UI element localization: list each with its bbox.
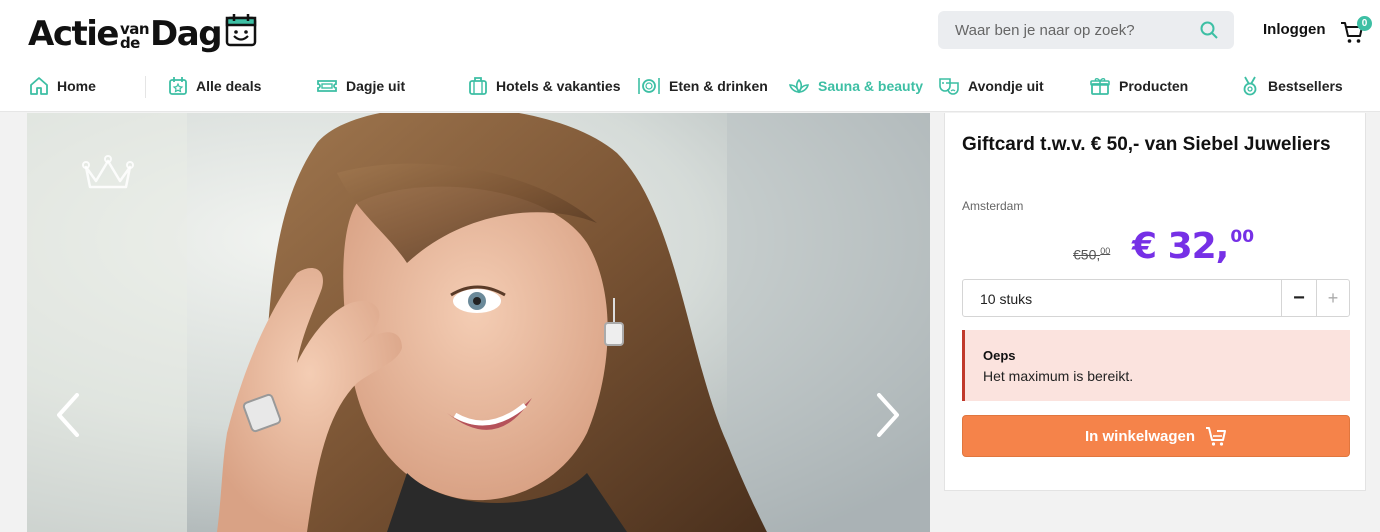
quantity-decrease-button[interactable]: − bbox=[1281, 280, 1316, 316]
nav-label-home: Home bbox=[57, 78, 96, 94]
cart-count-badge: 0 bbox=[1357, 16, 1372, 31]
chevron-left-icon bbox=[57, 393, 79, 437]
alert-message: Het maximum is bereikt. bbox=[983, 368, 1134, 384]
nav-item-avondje-uit[interactable]: Avondje uit bbox=[938, 75, 1044, 97]
nav-item-eten-drinken[interactable]: Eten & drinken bbox=[637, 75, 768, 97]
logo-text-dag: Dag bbox=[150, 14, 223, 54]
search-icon[interactable] bbox=[1200, 21, 1218, 44]
calendar-star-icon bbox=[169, 77, 187, 95]
alert-title: Oeps bbox=[983, 348, 1016, 363]
theater-masks-icon bbox=[939, 78, 959, 95]
nav-label-hotels-vakanties: Hotels & vakanties bbox=[496, 78, 621, 94]
product-location: Amsterdam bbox=[962, 199, 1024, 213]
smiley-calendar-icon bbox=[225, 13, 257, 52]
new-price: € 32, 00 bbox=[1132, 226, 1254, 267]
new-price-cents: 00 bbox=[1230, 227, 1255, 247]
logo-text-actie: Actie bbox=[28, 14, 119, 54]
nav-label-alle-deals: Alle deals bbox=[196, 78, 262, 94]
new-price-main: € 32, bbox=[1132, 226, 1229, 267]
old-price: €50,00 bbox=[1073, 246, 1110, 263]
old-price-cents: 00 bbox=[1100, 246, 1111, 256]
plate-cutlery-icon bbox=[638, 78, 660, 94]
nav-item-hotels-vakanties[interactable]: Hotels & vakanties bbox=[468, 75, 621, 97]
nav-label-dagje-uit: Dagje uit bbox=[346, 78, 406, 94]
nav-item-producten[interactable]: Producten bbox=[1089, 75, 1188, 97]
logo-text-vande: van de bbox=[119, 22, 150, 54]
product-photo bbox=[27, 113, 930, 532]
nav-item-home[interactable]: Home bbox=[29, 75, 96, 97]
product-title: Giftcard t.w.v. € 50,- van Siebel Juweli… bbox=[962, 134, 1331, 155]
product-card: Giftcard t.w.v. € 50,- van Siebel Juweli… bbox=[944, 113, 1366, 491]
cart-button[interactable]: 0 bbox=[1340, 16, 1374, 46]
nav-item-sauna-beauty[interactable]: Sauna & beauty bbox=[788, 75, 923, 97]
product-image-gallery bbox=[27, 113, 930, 532]
award-medal-icon bbox=[1243, 76, 1257, 96]
add-to-cart-label: In winkelwagen bbox=[1084, 427, 1196, 445]
nav-label-eten-drinken: Eten & drinken bbox=[669, 78, 768, 94]
crown-icon bbox=[82, 153, 134, 198]
ticket-icon bbox=[317, 80, 337, 92]
gallery-prev-button[interactable] bbox=[51, 393, 87, 437]
login-link[interactable]: Inloggen bbox=[1263, 21, 1326, 38]
old-price-main: €50, bbox=[1073, 246, 1101, 263]
nav-item-dagje-uit[interactable]: Dagje uit bbox=[316, 75, 405, 97]
lotus-icon bbox=[788, 78, 810, 94]
nav-label-bestsellers: Bestsellers bbox=[1268, 78, 1343, 94]
suitcase-icon bbox=[469, 77, 487, 95]
quantity-value[interactable]: 10 stuks bbox=[980, 291, 1032, 307]
gallery-next-button[interactable] bbox=[869, 393, 905, 437]
nav-label-sauna-beauty: Sauna & beauty bbox=[818, 78, 924, 94]
nav-item-alle-deals[interactable]: Alle deals bbox=[168, 75, 261, 97]
logo[interactable]: Actie van de Dag bbox=[28, 10, 257, 54]
header: Actie van de Dag Inloggen bbox=[0, 0, 1380, 62]
home-icon bbox=[30, 77, 48, 95]
quantity-increase-button[interactable]: + bbox=[1316, 280, 1349, 316]
search-input[interactable] bbox=[955, 21, 1195, 39]
cart-plus-icon bbox=[1206, 427, 1227, 446]
max-quantity-alert: Oeps Het maximum is bereikt. bbox=[962, 330, 1350, 401]
nav-item-bestsellers[interactable]: Bestsellers bbox=[1240, 75, 1343, 97]
add-to-cart-button[interactable]: In winkelwagen bbox=[962, 415, 1350, 457]
nav-divider bbox=[145, 76, 146, 98]
nav-label-avondje-uit: Avondje uit bbox=[968, 78, 1044, 94]
gift-box-icon bbox=[1090, 78, 1110, 95]
logo-text-de: de bbox=[119, 34, 140, 52]
quantity-stepper: 10 stuks − + bbox=[962, 279, 1350, 317]
chevron-right-icon bbox=[877, 393, 899, 437]
search-bar bbox=[938, 11, 1234, 49]
nav-label-producten: Producten bbox=[1119, 78, 1189, 94]
main-navigation: Home Alle deals Dagje uit Hotels & vakan… bbox=[0, 62, 1380, 112]
